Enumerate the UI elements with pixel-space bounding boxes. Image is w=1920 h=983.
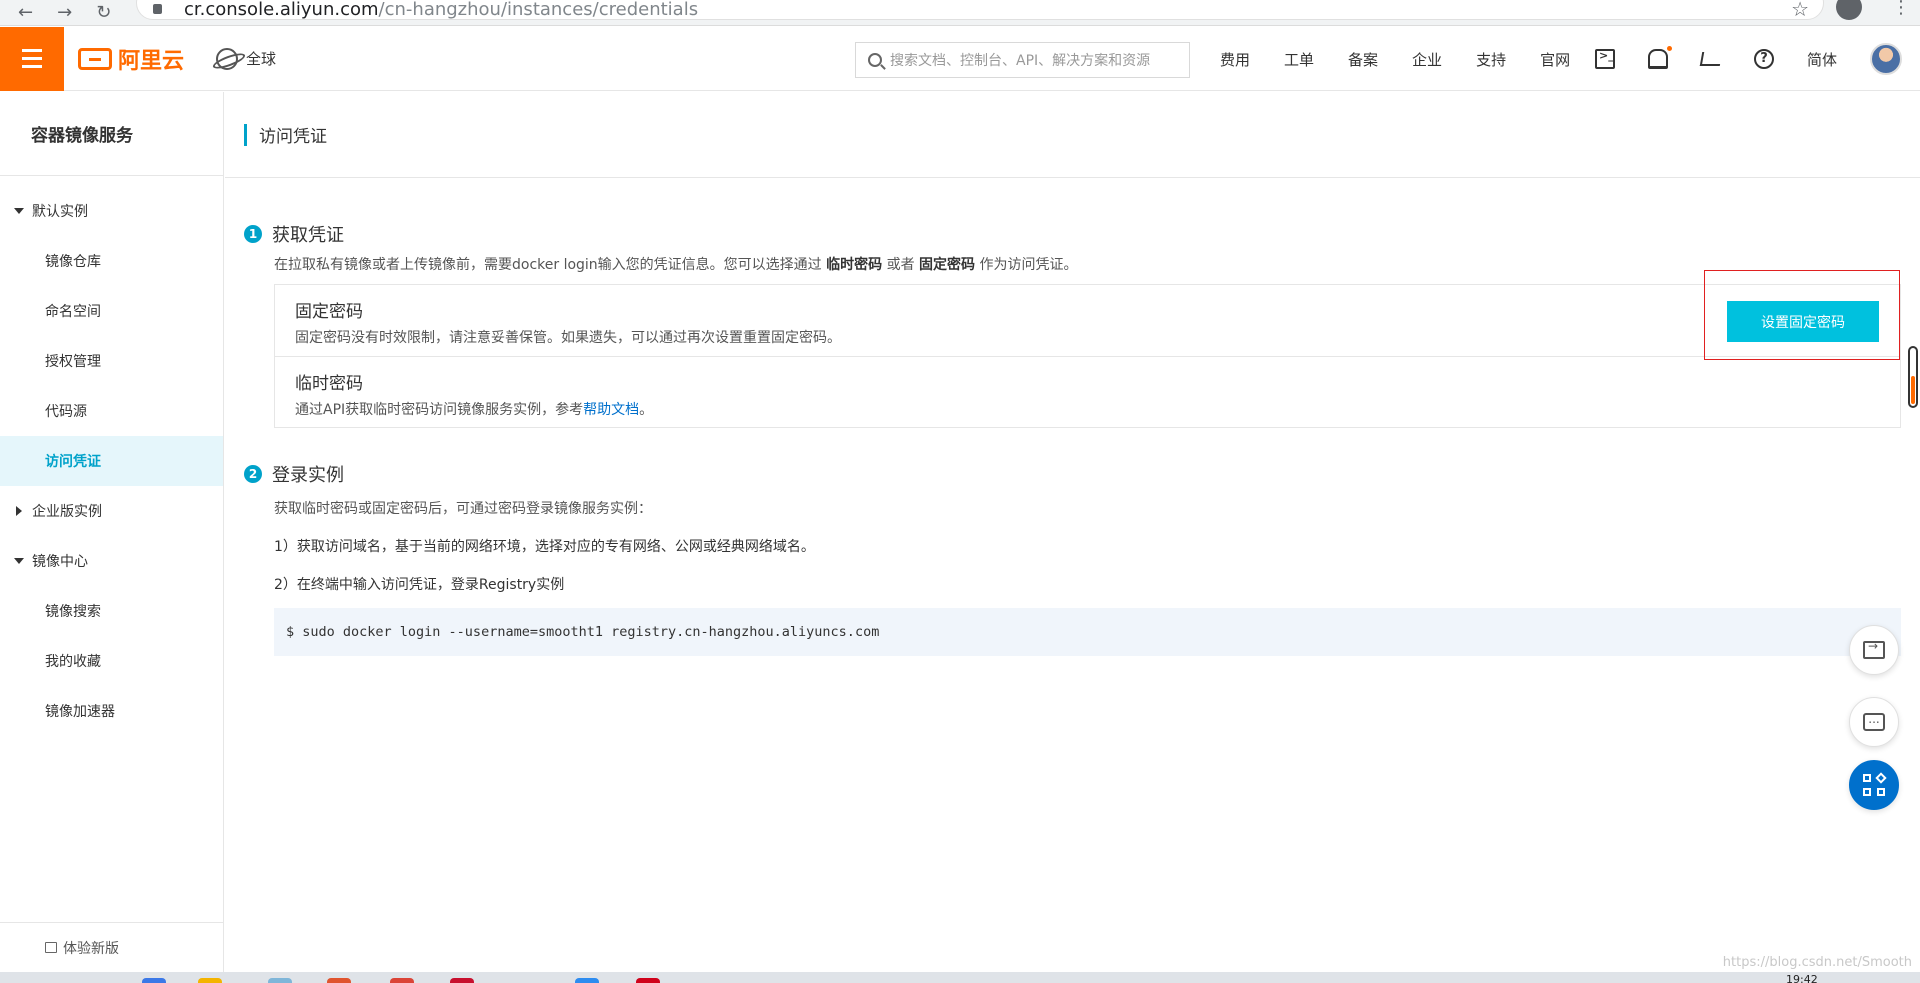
sidebar: 容器镜像服务 默认实例 镜像仓库 命名空间 授权管理 代码源 访问凭证 企业版实… [0, 92, 224, 972]
search-placeholder: 搜索文档、控制台、API、解决方案和资源 [890, 53, 1151, 69]
sidebar-title: 容器镜像服务 [0, 92, 223, 176]
top-links: 费用 工单 备案 企业 支持 官网 [1220, 27, 1570, 91]
top-link-tickets[interactable]: 工单 [1284, 49, 1314, 70]
brand-name: 阿里云 [118, 48, 185, 74]
sidebar-group-image-center[interactable]: 镜像中心 [0, 536, 223, 586]
temp-password-title: 临时密码 [295, 374, 363, 394]
os-taskbar [0, 972, 1920, 983]
taskbar-app-icon[interactable] [142, 978, 166, 983]
top-icons: ? 简体 [1595, 27, 1903, 91]
step-2-description: 获取临时密码或固定密码后，可通过密码登录镜像服务实例： [274, 501, 652, 517]
step-1-description: 在拉取私有镜像或者上传镜像前，需要docker login输入您的凭证信息。您可… [274, 257, 1078, 273]
taskbar-clock: 19:42 [1786, 973, 1818, 983]
notification-bell-icon[interactable] [1648, 46, 1672, 69]
main-content: 1 获取凭证 在拉取私有镜像或者上传镜像前，需要docker login输入您的… [244, 220, 1901, 656]
temp-password-row: 临时密码 通过API获取临时密码访问镜像服务实例，参考帮助文档。 [275, 356, 1900, 427]
browser-menu-icon[interactable]: ⋮ [1892, 0, 1910, 18]
scrollbar[interactable] [1908, 346, 1918, 408]
sidebar-group-enterprise-instance[interactable]: 企业版实例 [0, 486, 223, 536]
taskbar-app-icon[interactable] [575, 978, 599, 983]
browser-right-controls: ⋮ [1836, 0, 1910, 20]
url-text: cr.console.aliyun.com/cn-hangzhou/instan… [184, 0, 699, 20]
browser-nav: ← → ↻ [18, 3, 111, 21]
top-link-support[interactable]: 支持 [1476, 49, 1506, 70]
help-doc-link[interactable]: 帮助文档 [583, 402, 639, 418]
sidebar-item-namespaces[interactable]: 命名空间 [0, 286, 223, 336]
apps-icon [1863, 772, 1887, 796]
sidebar-item-favorites[interactable]: 我的收藏 [0, 636, 223, 686]
page-header: 访问凭证 [225, 92, 1920, 178]
hamburger-menu-button[interactable] [0, 26, 64, 91]
lock-icon [153, 4, 162, 14]
taskbar-app-icon[interactable] [390, 978, 414, 983]
sidebar-item-repositories[interactable]: 镜像仓库 [0, 236, 223, 286]
step-number-badge: 2 [244, 465, 262, 483]
step-2-heading: 2 登录实例 [244, 460, 1901, 488]
step-number-badge: 1 [244, 225, 262, 243]
chat-icon: ... [1863, 713, 1885, 731]
caret-down-icon [14, 558, 24, 564]
console-topbar: 阿里云 全球 搜索文档、控制台、API、解决方案和资源 费用 工单 备案 企业 … [0, 26, 1920, 91]
screen-share-icon [1863, 639, 1885, 659]
step-2-title: 登录实例 [272, 465, 344, 486]
fixed-password-row: 固定密码 固定密码没有时效限制，请注意妥善保管。如果遗失，可以通过再次设置重置固… [275, 285, 1900, 356]
temp-password-desc: 通过API获取临时密码访问镜像服务实例，参考帮助文档。 [295, 402, 654, 418]
new-version-icon [45, 942, 57, 953]
fixed-password-desc: 固定密码没有时效限制，请注意妥善保管。如果遗失，可以通过再次设置重置固定密码。 [295, 330, 841, 346]
fixed-password-title: 固定密码 [295, 302, 363, 322]
search-input[interactable]: 搜索文档、控制台、API、解决方案和资源 [855, 42, 1190, 78]
cloud-shell-icon[interactable] [1595, 49, 1615, 69]
taskbar-app-icon[interactable] [268, 978, 292, 983]
top-link-website[interactable]: 官网 [1540, 49, 1570, 70]
forward-icon[interactable]: → [57, 3, 72, 21]
taskbar-app-icon[interactable] [327, 978, 351, 983]
help-icon[interactable]: ? [1754, 49, 1774, 69]
try-new-version-link[interactable]: 体验新版 [0, 922, 223, 972]
top-link-icp[interactable]: 备案 [1348, 49, 1378, 70]
sidebar-group-default-instance[interactable]: 默认实例 [0, 186, 223, 236]
sidebar-item-image-search[interactable]: 镜像搜索 [0, 586, 223, 636]
step-1-heading: 1 获取凭证 [244, 220, 1901, 248]
globe-icon [216, 47, 239, 70]
float-apps-button[interactable] [1849, 760, 1899, 810]
login-command[interactable]: $ sudo docker login --username=smootht1 … [274, 608, 1901, 656]
cart-icon[interactable] [1699, 52, 1723, 66]
top-link-enterprise[interactable]: 企业 [1412, 49, 1442, 70]
set-fixed-password-button[interactable]: 设置固定密码 [1727, 301, 1879, 342]
float-chat-button[interactable]: ... [1849, 697, 1899, 747]
credential-options: 固定密码 固定密码没有时效限制，请注意妥善保管。如果遗失，可以通过再次设置重置固… [274, 284, 1901, 428]
watermark: https://blog.csdn.net/Smooth [1722, 955, 1912, 970]
address-bar[interactable]: cr.console.aliyun.com/cn-hangzhou/instan… [136, 0, 1824, 21]
back-icon[interactable]: ← [18, 3, 33, 21]
sidebar-item-access-credentials[interactable]: 访问凭证 [0, 436, 223, 486]
taskbar-app-icon[interactable] [450, 978, 474, 983]
top-link-fees[interactable]: 费用 [1220, 49, 1250, 70]
sidebar-item-image-accelerator[interactable]: 镜像加速器 [0, 686, 223, 736]
reload-icon[interactable]: ↻ [96, 3, 111, 21]
step-2-line-2: 2）在终端中输入访问凭证，登录Registry实例 [274, 577, 565, 593]
aliyun-logo[interactable]: 阿里云 [78, 43, 184, 75]
aliyun-logo-mark-icon [78, 47, 112, 70]
language-switch[interactable]: 简体 [1807, 49, 1837, 70]
user-avatar[interactable] [1870, 43, 1903, 75]
step-1-title: 获取凭证 [272, 225, 344, 246]
page-title: 访问凭证 [259, 127, 327, 147]
step-2-line-1: 1）获取访问域名，基于当前的网络环境，选择对应的专有网络、公网或经典网络域名。 [274, 539, 815, 555]
caret-right-icon [16, 506, 22, 516]
title-accent-bar [244, 123, 247, 146]
browser-toolbar: ← → ↻ cr.console.aliyun.com/cn-hangzhou/… [0, 0, 1920, 26]
search-icon [868, 53, 882, 67]
bookmark-star-icon[interactable]: ☆ [1791, 0, 1809, 21]
taskbar-app-icon[interactable] [636, 978, 660, 983]
sidebar-item-code-source[interactable]: 代码源 [0, 386, 223, 436]
float-screen-button[interactable] [1849, 625, 1899, 675]
notification-dot [1667, 46, 1672, 51]
region-label: 全球 [246, 50, 277, 68]
taskbar-app-icon[interactable] [198, 978, 222, 983]
region-selector[interactable]: 全球 [216, 47, 277, 70]
browser-profile-icon[interactable] [1836, 0, 1862, 20]
caret-down-icon [14, 208, 24, 214]
sidebar-item-authorization[interactable]: 授权管理 [0, 336, 223, 386]
